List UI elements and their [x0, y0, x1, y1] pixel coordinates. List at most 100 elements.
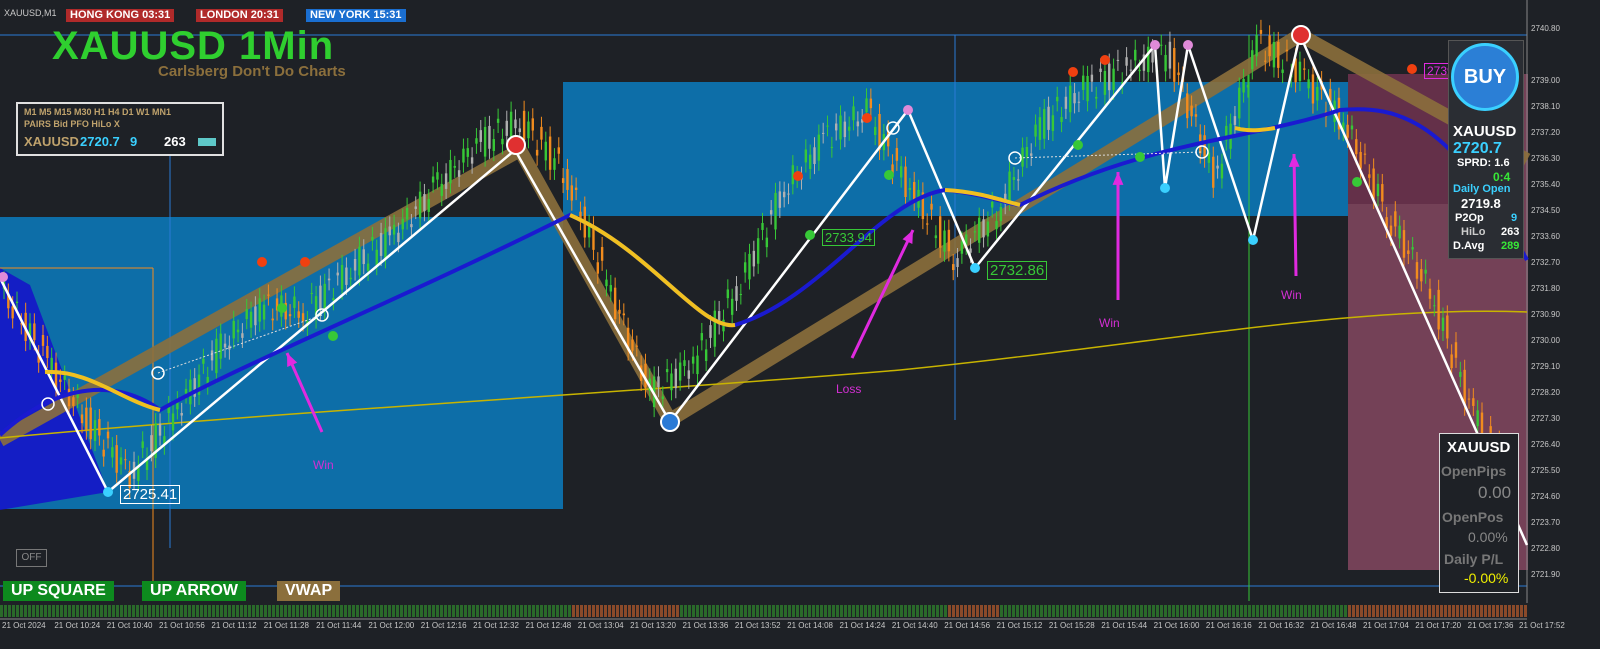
volume-bar: [624, 605, 627, 617]
candle-body: [527, 121, 530, 139]
candle-body: [1407, 250, 1410, 254]
candle-body: [46, 345, 49, 358]
candle-body: [761, 222, 764, 230]
volume-bar: [804, 605, 807, 617]
up-arrow-button[interactable]: UP ARROW: [142, 581, 246, 601]
candle-body: [778, 191, 782, 208]
volume-bar: [872, 605, 875, 617]
candle-body: [1173, 48, 1176, 82]
volume-bar: [864, 605, 867, 617]
y-tick-label: 2729.10: [1531, 362, 1560, 371]
volume-bar: [1144, 605, 1147, 617]
candle-body: [223, 343, 227, 348]
volume-bar: [1108, 605, 1111, 617]
candle-body: [63, 375, 66, 380]
volume-bar: [236, 605, 239, 617]
volume-bar: [1424, 605, 1427, 617]
candle-body: [392, 224, 396, 235]
candle-body: [1415, 262, 1419, 279]
volume-bar: [1304, 605, 1307, 617]
volume-bar: [640, 605, 643, 617]
volume-bar: [1512, 605, 1515, 617]
volume-bar: [816, 605, 819, 617]
volume-bar: [1016, 605, 1019, 617]
candle-body: [488, 125, 491, 149]
volume-bar: [1488, 605, 1491, 617]
candle-body: [444, 173, 448, 189]
position-panel: XAUUSD OpenPips 0.00 OpenPos 0.00% Daily…: [1439, 433, 1519, 593]
volume-bar: [1096, 605, 1099, 617]
candle-body: [184, 388, 188, 394]
tf-columns: PAIRS Bid PFO HiLo X: [24, 119, 120, 129]
candle-body: [1116, 59, 1120, 61]
volume-bar: [4, 605, 7, 617]
volume-bar: [1140, 605, 1143, 617]
volume-bar: [900, 605, 903, 617]
volume-bar: [824, 605, 827, 617]
volume-bar: [1440, 605, 1443, 617]
volume-bar: [688, 605, 691, 617]
volume-bar: [1524, 605, 1527, 617]
volume-bar: [1044, 605, 1047, 617]
candle-body: [267, 294, 270, 296]
candle-body: [440, 183, 443, 196]
candle-body: [635, 345, 639, 347]
volume-bar: [596, 605, 599, 617]
candle-body: [362, 249, 365, 265]
volume-bar: [620, 605, 623, 617]
vwap-button[interactable]: VWAP: [277, 581, 341, 601]
candle-body: [323, 283, 326, 310]
candle-body: [869, 98, 873, 109]
volume-bar: [904, 605, 907, 617]
x-tick-label: 21 Oct 10:24: [54, 621, 101, 630]
candle-body: [1446, 315, 1449, 339]
volume-bar: [584, 605, 587, 617]
candle-body: [1346, 124, 1349, 138]
arrow-loss: [850, 229, 915, 359]
volume-bar: [560, 605, 563, 617]
x-tick-label: 21 Oct 14:08: [787, 621, 833, 630]
price-chart[interactable]: [0, 0, 1600, 649]
volume-bar: [960, 605, 963, 617]
candle-body: [1472, 398, 1475, 406]
volume-bar: [364, 605, 367, 617]
volume-bar: [1068, 605, 1071, 617]
candle-body: [1190, 105, 1193, 117]
volume-bar: [760, 605, 763, 617]
swing-marker: [1183, 40, 1193, 50]
volume-bar: [516, 605, 519, 617]
volume-bar: [392, 605, 395, 617]
chart-window[interactable]: { "window": {"symbol_tab": "XAUUSD,M1"},…: [0, 0, 1600, 649]
volume-bar: [1284, 605, 1287, 617]
volume-bar: [936, 605, 939, 617]
candle-body: [1151, 49, 1154, 63]
candle-body: [934, 235, 938, 239]
candle-body: [93, 420, 97, 441]
volume-bar: [724, 605, 727, 617]
ma-seg-2: [569, 213, 736, 328]
volume-bar: [548, 605, 551, 617]
price-label-mid: 2733.94: [822, 229, 875, 246]
volume-bar: [1080, 605, 1083, 617]
up-square-button[interactable]: UP SQUARE: [3, 581, 114, 601]
volume-bar: [1152, 605, 1155, 617]
volume-bar: [1164, 605, 1167, 617]
x-tick-label: 21 Oct 13:52: [734, 621, 781, 630]
candle-body: [856, 121, 860, 127]
volume-bar: [636, 605, 639, 617]
volume-bar: [328, 605, 331, 617]
candle-body: [1281, 69, 1284, 73]
volume-bar: [56, 605, 59, 617]
volume-bar: [96, 605, 99, 617]
volume-bar: [1280, 605, 1283, 617]
volume-bar: [592, 605, 595, 617]
volume-bar: [836, 605, 839, 617]
buy-button[interactable]: BUY: [1451, 43, 1519, 111]
symbol-tab[interactable]: XAUUSD,M1: [4, 8, 57, 18]
swing-marker: [884, 170, 894, 180]
volume-bar: [736, 605, 739, 617]
volume-bar: [580, 605, 583, 617]
buy-panel: BUY XAUUSD 2720.7 SPRD: 1.6 0:4 Daily Op…: [1448, 40, 1524, 259]
candle-body: [349, 277, 352, 280]
off-button[interactable]: OFF: [16, 549, 47, 567]
